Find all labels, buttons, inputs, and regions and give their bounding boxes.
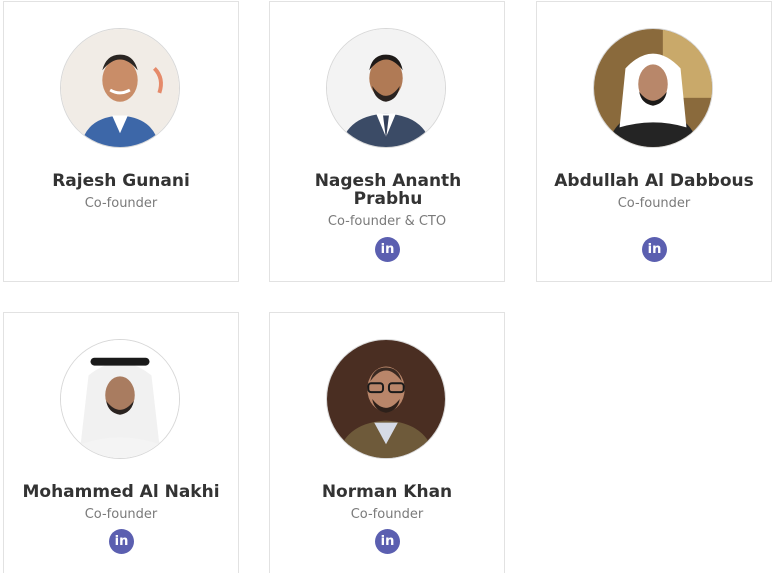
member-role: Co-founder [350, 507, 424, 522]
linkedin-icon[interactable]: in [642, 237, 667, 262]
member-name: Abdullah Al Dabbous [554, 171, 754, 191]
member-role: Co-founder [617, 196, 691, 211]
avatar [60, 28, 180, 148]
member-name: Norman Khan [321, 482, 453, 502]
team-card: Norman Khan Co-founder in [269, 312, 505, 573]
avatar [60, 339, 180, 459]
linkedin-icon[interactable]: in [375, 237, 400, 262]
linkedin-icon[interactable]: in [375, 529, 400, 554]
person-photo-icon [327, 340, 445, 458]
avatar [326, 28, 446, 148]
person-photo-icon [61, 29, 179, 147]
member-role: Co-founder [84, 507, 158, 522]
team-grid: Rajesh Gunani Co-founder Nagesh Ananth P… [0, 0, 772, 573]
person-photo-icon [327, 29, 445, 147]
member-name: Rajesh Gunani [52, 171, 190, 191]
team-card: Rajesh Gunani Co-founder [3, 1, 239, 282]
member-name: Mohammed Al Nakhi [22, 482, 220, 502]
avatar [593, 28, 713, 148]
avatar [326, 339, 446, 459]
member-name: Nagesh Ananth Prabhu [314, 171, 462, 209]
person-photo-icon [61, 340, 179, 458]
member-role: Co-founder [84, 196, 158, 211]
member-role: Co-founder & CTO [327, 214, 447, 229]
team-card: Abdullah Al Dabbous Co-founder in [536, 1, 772, 282]
linkedin-icon[interactable]: in [109, 529, 134, 554]
team-card: Mohammed Al Nakhi Co-founder in [3, 312, 239, 573]
person-photo-icon [594, 29, 712, 147]
team-card: Nagesh Ananth Prabhu Co-founder & CTO in [269, 1, 505, 282]
